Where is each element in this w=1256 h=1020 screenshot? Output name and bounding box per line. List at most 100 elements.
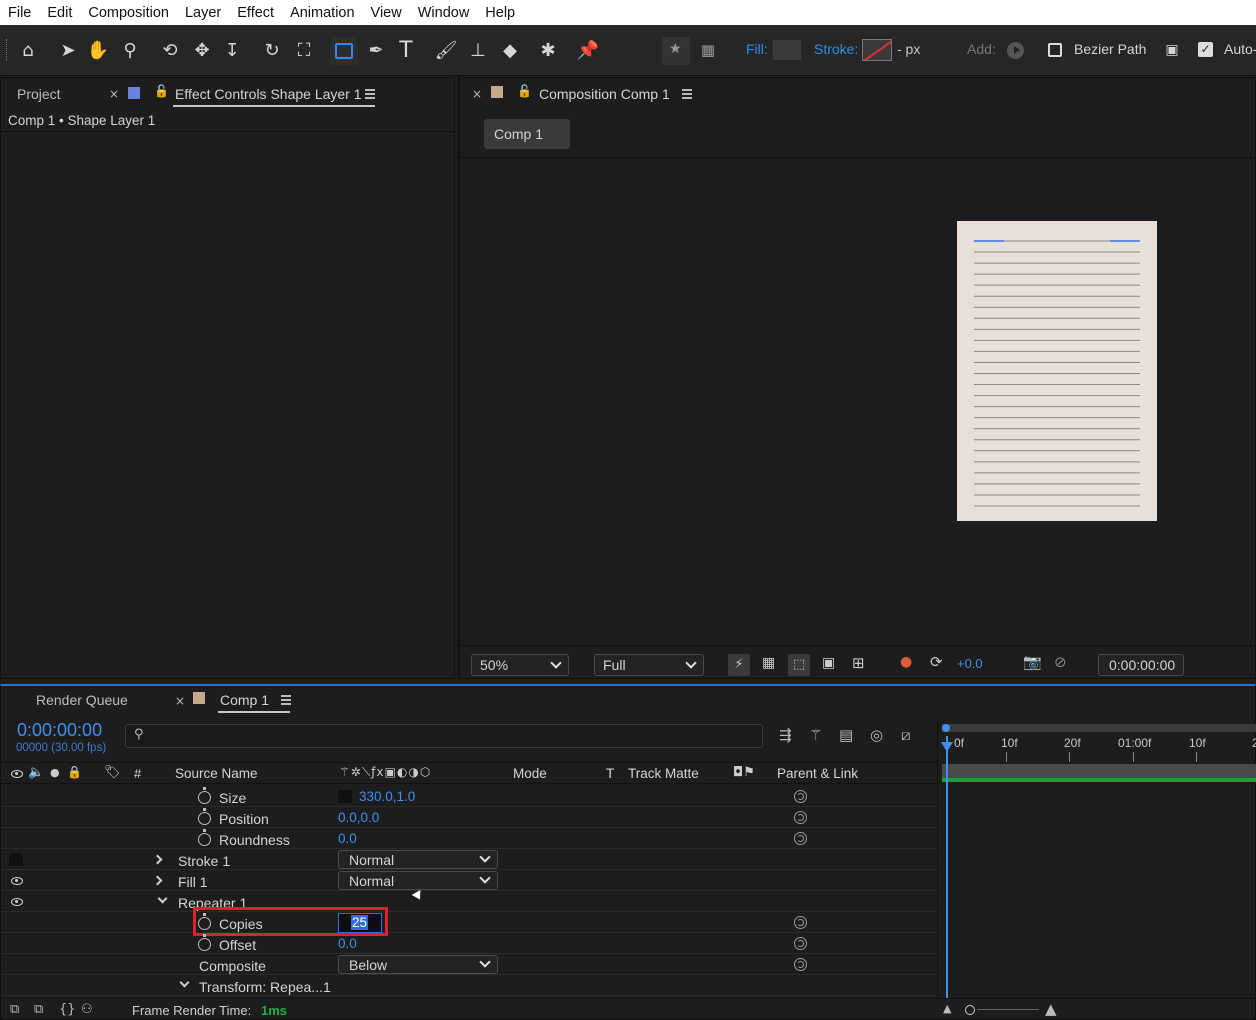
frame-blending-icon[interactable]: ◎: [870, 726, 883, 744]
resolution-select[interactable]: Full: [594, 654, 704, 676]
workspace-icon[interactable]: ▣: [1160, 38, 1184, 62]
stopwatch-icon[interactable]: [198, 934, 211, 951]
panel-menu-icon[interactable]: [682, 89, 692, 99]
header-source-name[interactable]: Source Name: [175, 766, 258, 781]
menu-layer[interactable]: Layer: [177, 5, 229, 21]
stopwatch-icon[interactable]: [198, 829, 211, 846]
menu-window[interactable]: Window: [410, 5, 478, 21]
shy-layers-icon[interactable]: ▤: [839, 726, 853, 744]
fast-previews-icon[interactable]: ⚡: [728, 654, 750, 676]
hand-tool-icon[interactable]: ✋: [86, 38, 110, 62]
property-row-position[interactable]: Position 0.0,0.0: [1, 807, 937, 828]
brush-tool-icon[interactable]: 🖌: [434, 38, 458, 62]
menu-edit[interactable]: Edit: [39, 5, 80, 21]
add-menu-icon[interactable]: [1007, 42, 1024, 59]
property-row-fill[interactable]: Fill 1 Normal: [1, 870, 937, 891]
position-value[interactable]: 0.0,0.0: [338, 810, 379, 825]
layer-switches-toggle-icon[interactable]: ⧉: [10, 1002, 19, 1017]
stroke-label[interactable]: Stroke:: [814, 41, 858, 57]
expand-arrow-icon[interactable]: [152, 875, 163, 886]
in-out-toggle-icon[interactable]: {}: [59, 1002, 76, 1017]
pick-whip-icon[interactable]: [794, 832, 807, 845]
time-ruler[interactable]: 0f 10f 20f 01:00f 10f 2: [942, 736, 1256, 762]
toolbar-grip[interactable]: [6, 39, 9, 61]
graph-editor-icon[interactable]: ⧄: [901, 726, 911, 744]
pick-whip-icon[interactable]: [794, 790, 807, 803]
tab-comp-1[interactable]: Comp 1: [220, 692, 269, 708]
draft-3d-icon[interactable]: ⚚: [809, 726, 822, 744]
anchor-point-tool-icon[interactable]: ⛶: [292, 38, 316, 62]
rectangle-tool-icon[interactable]: [330, 37, 358, 65]
label-icon[interactable]: 🏷: [104, 765, 121, 780]
search-input[interactable]: ⚲: [125, 724, 763, 748]
composite-select[interactable]: Below: [338, 955, 498, 974]
render-time-toggle-icon[interactable]: ⚇: [81, 1002, 93, 1017]
property-row-repeater[interactable]: Repeater 1: [1, 890, 937, 912]
tab-effect-controls[interactable]: Effect Controls Shape Layer 1: [175, 86, 362, 102]
audio-icon[interactable]: 🔈: [28, 765, 44, 780]
stopwatch-icon[interactable]: [198, 787, 211, 804]
tab-render-queue[interactable]: Render Queue: [36, 692, 128, 708]
show-snapshot-icon[interactable]: ⊘: [1054, 653, 1067, 671]
dolly-camera-icon[interactable]: ↧: [220, 38, 244, 62]
stroke-swatch[interactable]: [862, 39, 892, 61]
property-row-roundness[interactable]: Roundness 0.0: [1, 828, 937, 849]
zoom-tool-icon[interactable]: ⚲: [118, 38, 142, 62]
expand-arrow-icon[interactable]: [152, 854, 163, 865]
matte-icons[interactable]: ◘⚑: [733, 765, 755, 780]
stroke-blend-mode-select[interactable]: Normal: [338, 850, 498, 869]
work-area-bar[interactable]: [942, 724, 1256, 732]
zoom-slider-track[interactable]: [977, 1009, 1039, 1010]
constrain-proportions-icon[interactable]: [338, 790, 352, 803]
collapse-arrow-icon[interactable]: [179, 977, 190, 988]
channels-icon[interactable]: ●: [900, 654, 912, 670]
visibility-toggle-off[interactable]: [9, 853, 23, 866]
pen-tool-icon[interactable]: ✒: [364, 38, 388, 62]
lock-icon[interactable]: 🔓: [154, 84, 169, 98]
fill-swatch[interactable]: [772, 39, 802, 61]
home-icon[interactable]: ⌂: [16, 38, 40, 62]
comp-1-button[interactable]: Comp 1: [484, 119, 570, 149]
menu-view[interactable]: View: [363, 5, 410, 21]
switches-icons[interactable]: ⚚✲⟍ƒx▣◐◑⬡: [339, 765, 431, 780]
menu-animation[interactable]: Animation: [282, 5, 362, 21]
lock-icon[interactable]: 🔓: [517, 84, 532, 98]
clone-stamp-icon[interactable]: ⊥: [466, 38, 490, 62]
tab-composition[interactable]: Composition Comp 1: [539, 86, 670, 102]
grid-icon[interactable]: ▦: [696, 38, 720, 62]
stopwatch-icon[interactable]: [198, 808, 211, 825]
orbit-camera-icon[interactable]: ⟲: [158, 38, 182, 62]
panel-menu-icon[interactable]: [281, 695, 291, 705]
panel-menu-icon[interactable]: [365, 89, 375, 99]
solo-icon[interactable]: ●: [50, 766, 60, 779]
comp-canvas[interactable]: [957, 221, 1157, 521]
close-icon[interactable]: ×: [472, 87, 482, 101]
work-area-start-handle[interactable]: [942, 724, 950, 732]
comp-flowchart-icon[interactable]: ⇶: [779, 726, 792, 744]
zoom-out-icon[interactable]: ▲: [943, 1002, 951, 1015]
rotation-tool-icon[interactable]: ↻: [260, 38, 284, 62]
size-value[interactable]: 330.0,1.0: [359, 789, 415, 804]
pick-whip-icon[interactable]: [794, 916, 807, 929]
menu-composition[interactable]: Composition: [80, 5, 177, 21]
star-button[interactable]: ★: [662, 37, 690, 65]
lock-icon[interactable]: 🔒: [67, 765, 82, 779]
auto-checkbox[interactable]: ✓: [1198, 42, 1213, 57]
property-row-stroke[interactable]: Stroke 1 Normal: [1, 849, 937, 870]
zoom-in-icon[interactable]: ▲: [1045, 1000, 1057, 1018]
eye-icon[interactable]: [11, 898, 23, 906]
property-row-size[interactable]: Size 330.0,1.0: [1, 786, 937, 807]
pan-camera-icon[interactable]: ✥: [190, 38, 214, 62]
snapshot-icon[interactable]: 📷: [1023, 653, 1042, 671]
transfer-controls-toggle-icon[interactable]: ⧉: [34, 1002, 43, 1017]
layer-duration-track[interactable]: [942, 764, 1256, 782]
property-row-composite[interactable]: Composite Below: [1, 954, 937, 975]
layer-duration-bar[interactable]: [942, 778, 1256, 782]
fill-blend-mode-select[interactable]: Normal: [338, 871, 498, 890]
playhead-line[interactable]: [946, 736, 948, 998]
property-row-transform[interactable]: Transform: Repea...1: [1, 975, 937, 996]
pick-whip-icon[interactable]: [794, 937, 807, 950]
puppet-pin-icon[interactable]: 📌: [576, 38, 600, 62]
tab-project[interactable]: Project: [17, 86, 61, 102]
pick-whip-icon[interactable]: [794, 811, 807, 824]
